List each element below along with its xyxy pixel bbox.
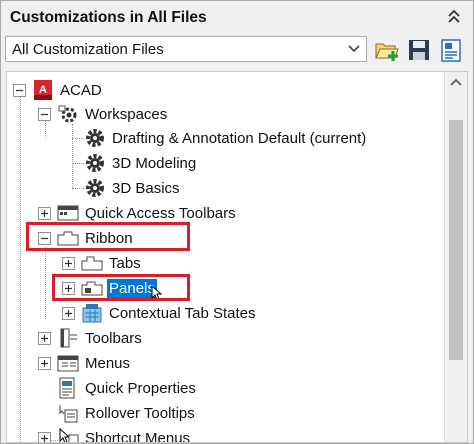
- tree-label: Workspaces: [85, 105, 168, 123]
- collapse-toggle-icon[interactable]: [13, 83, 26, 97]
- customization-files-dropdown[interactable]: All Customization Files: [5, 36, 367, 62]
- tree-scrollbar[interactable]: [444, 72, 467, 442]
- tree-node-menus[interactable]: Menus: [38, 351, 132, 375]
- toolbars-icon: [60, 328, 77, 348]
- shortcut-menu-icon: [59, 427, 79, 442]
- collapse-up-icon[interactable]: [444, 7, 464, 27]
- save-button[interactable]: [405, 36, 433, 64]
- tree-label: Quick Access Toolbars: [85, 204, 236, 222]
- rollover-tooltip-icon: [59, 405, 78, 423]
- expand-toggle-icon[interactable]: [38, 206, 51, 220]
- tree-node-quick-properties[interactable]: Quick Properties: [57, 376, 198, 400]
- expand-toggle-icon[interactable]: [38, 356, 51, 370]
- customizations-panel: Customizations in All Files All Customiz…: [0, 0, 474, 444]
- contextual-tab-icon: [82, 304, 102, 323]
- properties-button[interactable]: [437, 36, 465, 64]
- toolbar-window-icon: [57, 205, 79, 221]
- panels-highlight-box: [52, 274, 190, 301]
- tree-label: Menus: [85, 354, 131, 372]
- dropdown-value: All Customization Files: [12, 41, 164, 58]
- quick-properties-icon: [59, 377, 75, 399]
- panel-title: Customizations in All Files: [10, 9, 207, 26]
- workspace-gear-icon: [58, 105, 77, 123]
- tree-label: Rollover Tooltips: [85, 404, 195, 422]
- scroll-up-arrow-icon[interactable]: [450, 78, 462, 86]
- menus-icon: [57, 355, 79, 372]
- tree-node-drafting[interactable]: Drafting & Annotation Default (current): [84, 126, 368, 150]
- tree-label: 3D Modeling: [112, 154, 197, 172]
- open-file-button[interactable]: [373, 36, 401, 64]
- tree-node-3d-modeling[interactable]: 3D Modeling: [84, 151, 198, 175]
- tree-label: Contextual Tab States: [109, 304, 256, 322]
- tree-node-contextual-tab-states[interactable]: Contextual Tab States: [62, 301, 257, 325]
- tree-label: 3D Basics: [112, 179, 180, 197]
- scrollbar-thumb[interactable]: [449, 120, 463, 360]
- tree-label: Toolbars: [85, 329, 142, 347]
- customization-tree: A ACAD Workspaces Drafting & Annotation …: [6, 71, 468, 443]
- collapse-toggle-icon[interactable]: [38, 107, 51, 121]
- gear-icon: [86, 154, 104, 172]
- svg-text:A: A: [39, 84, 47, 96]
- expand-toggle-icon[interactable]: [62, 306, 75, 320]
- panel-toolbar: All Customization Files: [2, 35, 472, 65]
- tree-label: Quick Properties: [85, 379, 196, 397]
- tree-node-acad[interactable]: A ACAD: [13, 78, 104, 102]
- gear-icon: [86, 179, 104, 197]
- tree-label: Shortcut Menus: [85, 429, 191, 443]
- tree-node-toolbars[interactable]: Toolbars: [38, 326, 144, 350]
- expand-toggle-icon[interactable]: [38, 431, 51, 444]
- expand-toggle-icon[interactable]: [62, 256, 75, 270]
- panel-header: Customizations in All Files: [2, 2, 472, 34]
- tree-label: Drafting & Annotation Default (current): [112, 129, 367, 147]
- tree-node-3d-basics[interactable]: 3D Basics: [84, 176, 182, 200]
- tree-label: ACAD: [60, 81, 102, 99]
- ribbon-highlight-box: [26, 222, 190, 251]
- chevron-down-icon: [348, 45, 360, 53]
- tree-node-rollover-tooltips[interactable]: Rollover Tooltips: [57, 401, 197, 425]
- ribbon-tabs-icon: [81, 256, 103, 271]
- gear-icon: [86, 129, 104, 147]
- acad-logo-icon: A: [34, 80, 52, 100]
- tree-node-tabs[interactable]: Tabs: [62, 251, 143, 275]
- tree-label: Tabs: [109, 254, 141, 272]
- tree-node-shortcut-menus[interactable]: Shortcut Menus: [38, 426, 192, 444]
- expand-toggle-icon[interactable]: [38, 331, 51, 345]
- tree-node-workspaces[interactable]: Workspaces: [38, 102, 169, 126]
